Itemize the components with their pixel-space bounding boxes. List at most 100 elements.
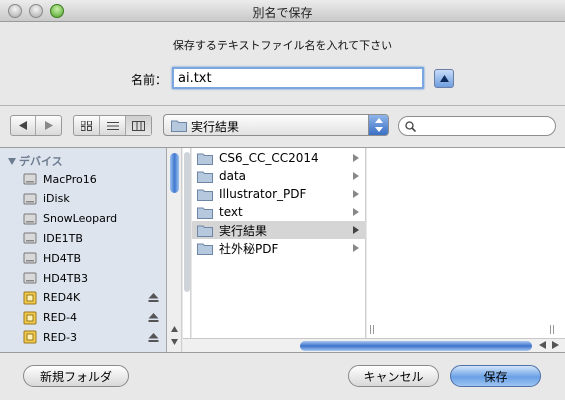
hard-disk-icon bbox=[23, 272, 37, 284]
disclosure-arrow-icon bbox=[353, 226, 359, 234]
search-field[interactable] bbox=[398, 116, 556, 136]
scroll-left-arrow-icon[interactable] bbox=[539, 341, 547, 349]
sidebar-item[interactable]: MacPro16 bbox=[23, 170, 163, 188]
sidebar: デバイス MacPro16 iDisk SnowLeopard IDE1TB HD4TB… bbox=[0, 148, 167, 352]
browser-column-3 bbox=[367, 148, 565, 338]
sidebar-item-label: MacPro16 bbox=[43, 172, 97, 186]
popup-arrows bbox=[368, 115, 388, 135]
column-view-icon bbox=[132, 120, 145, 131]
folder-row-label: data bbox=[219, 169, 247, 183]
list-view-icon bbox=[106, 121, 119, 130]
sidebar-item[interactable]: RED4K bbox=[23, 289, 163, 307]
sidebar-heading: デバイス bbox=[19, 155, 63, 168]
disclosure-triangle-icon bbox=[8, 158, 16, 165]
horizontal-scrollbar[interactable] bbox=[183, 338, 565, 352]
chevron-up-icon bbox=[440, 75, 449, 82]
scroll-thumb[interactable] bbox=[170, 153, 179, 193]
hard-disk-icon bbox=[23, 252, 37, 264]
scroll-right-arrow-icon[interactable] bbox=[552, 341, 560, 349]
triangle-left-icon bbox=[19, 121, 27, 130]
sidebar-section-devices[interactable]: デバイス bbox=[8, 153, 63, 169]
removable-disk-icon bbox=[23, 330, 37, 344]
scroll-down-arrow-icon[interactable] bbox=[171, 339, 178, 346]
eject-icon[interactable] bbox=[148, 332, 159, 342]
list-view-button[interactable] bbox=[100, 116, 126, 135]
folder-icon bbox=[197, 225, 213, 237]
filename-input[interactable] bbox=[172, 67, 424, 89]
save-button[interactable]: 保存 bbox=[450, 365, 541, 387]
sidebar-item[interactable]: iDisk bbox=[23, 190, 163, 208]
search-icon bbox=[405, 121, 416, 132]
disclosure-arrow-icon bbox=[353, 154, 359, 162]
folder-row-label: 実行結果 bbox=[219, 223, 268, 238]
hard-disk-icon bbox=[23, 232, 37, 244]
removable-disk-icon bbox=[23, 311, 37, 325]
folder-icon bbox=[171, 120, 187, 132]
folder-icon bbox=[197, 207, 213, 219]
sidebar-item[interactable]: RED-4 bbox=[23, 309, 163, 327]
folder-icon bbox=[197, 243, 213, 255]
icon-view-button[interactable] bbox=[74, 116, 100, 135]
hard-disk-icon bbox=[23, 193, 37, 205]
folder-row-label: CS6_CC_CC2014 bbox=[219, 151, 319, 165]
new-folder-button[interactable]: 新規フォルダ bbox=[23, 365, 129, 387]
cancel-button[interactable]: キャンセル bbox=[348, 365, 439, 387]
folder-icon bbox=[197, 153, 213, 165]
location-popup-label: 実行結果 bbox=[191, 120, 240, 134]
view-mode-selector bbox=[73, 115, 152, 136]
eject-icon[interactable] bbox=[148, 293, 159, 303]
horizontal-scroll-thumb[interactable] bbox=[300, 341, 532, 351]
sidebar-item-label: RED-4 bbox=[43, 311, 78, 325]
browser-column-2: CS6_CC_CC2014data Illustrator_PDFtext 実行結果… bbox=[192, 148, 366, 338]
sidebar-item-label: iDisk bbox=[43, 192, 70, 206]
sidebar-item-label: HD4TB bbox=[43, 251, 82, 265]
name-label: 名前： bbox=[131, 73, 168, 87]
folder-icon bbox=[197, 189, 213, 201]
save-prompt: 保存するテキストファイル名を入れて下さい bbox=[172, 39, 393, 52]
sidebar-item-label: RED4K bbox=[43, 291, 81, 305]
disclosure-arrow-icon bbox=[353, 190, 359, 198]
folder-row-label: text bbox=[219, 205, 243, 219]
nav-back-forward bbox=[10, 115, 62, 136]
scroll-up-arrow-icon[interactable] bbox=[171, 326, 178, 333]
column-view-button[interactable] bbox=[126, 116, 151, 135]
window-title: 別名で保存 bbox=[252, 6, 313, 20]
title-bar: 別名で保存 bbox=[0, 0, 565, 22]
folder-icon bbox=[197, 171, 213, 183]
divider bbox=[0, 105, 565, 106]
sidebar-item-label: HD4TB3 bbox=[43, 271, 89, 285]
back-button[interactable] bbox=[11, 116, 36, 135]
sidebar-scrollbar[interactable] bbox=[167, 148, 182, 352]
collapse-browser-button[interactable] bbox=[434, 69, 454, 88]
updown-chevron-icon bbox=[375, 118, 383, 132]
sidebar-item[interactable]: HD4TB3 bbox=[23, 269, 163, 287]
sidebar-item[interactable]: IDE1TB bbox=[23, 229, 163, 247]
column-resize-icon[interactable] bbox=[550, 325, 554, 334]
sidebar-item[interactable]: HD4TB bbox=[23, 249, 163, 267]
sidebar-item-label: IDE1TB bbox=[43, 231, 83, 245]
sidebar-item[interactable]: RED-3 bbox=[23, 328, 163, 346]
folder-row[interactable]: Illustrator_PDF bbox=[192, 185, 366, 203]
column-resize-icon[interactable] bbox=[370, 325, 374, 334]
folder-row[interactable]: 実行結果 bbox=[192, 221, 366, 239]
folder-row-label: 社外秘PDF bbox=[219, 241, 279, 256]
icon-view-icon bbox=[81, 120, 92, 131]
disclosure-arrow-icon bbox=[353, 208, 359, 216]
eject-icon[interactable] bbox=[148, 313, 159, 323]
disclosure-arrow-icon bbox=[353, 244, 359, 252]
location-popup[interactable]: 実行結果 bbox=[163, 114, 389, 136]
folder-row-label: Illustrator_PDF bbox=[219, 187, 307, 201]
folder-row[interactable]: data bbox=[192, 167, 366, 185]
hard-disk-icon bbox=[23, 213, 37, 225]
column-scroll-thumb[interactable] bbox=[184, 152, 190, 292]
sidebar-item[interactable]: SnowLeopard bbox=[23, 210, 163, 228]
folder-row[interactable]: 社外秘PDF bbox=[192, 239, 366, 257]
removable-disk-icon bbox=[23, 291, 37, 305]
triangle-right-icon bbox=[44, 121, 53, 130]
folder-row[interactable]: CS6_CC_CC2014 bbox=[192, 149, 366, 167]
disclosure-arrow-icon bbox=[353, 172, 359, 180]
forward-button[interactable] bbox=[36, 116, 61, 135]
hard-disk-icon bbox=[23, 173, 37, 185]
browser-column-1[interactable] bbox=[183, 148, 191, 352]
folder-row[interactable]: text bbox=[192, 203, 366, 221]
